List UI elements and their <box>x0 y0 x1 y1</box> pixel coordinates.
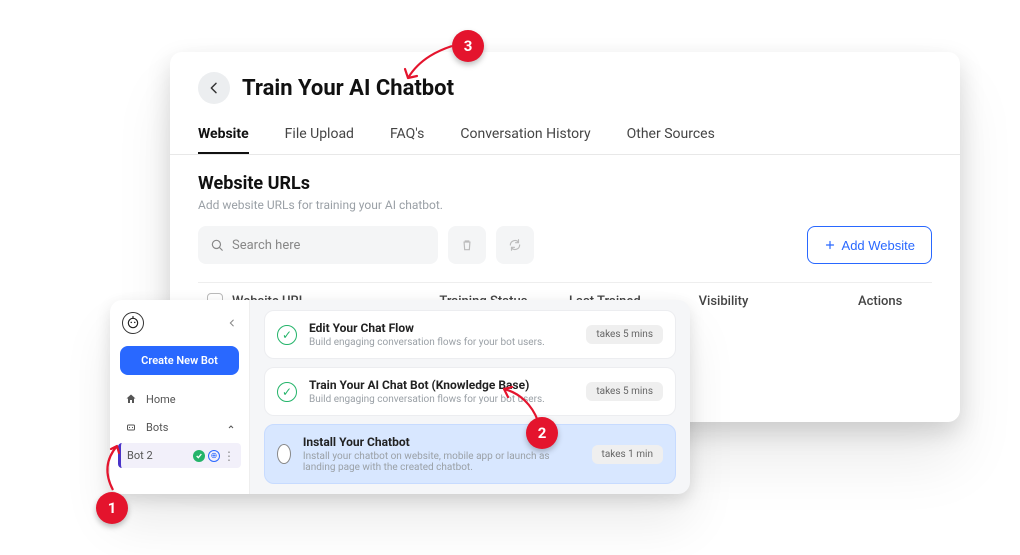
step-tag: takes 5 mins <box>586 325 663 344</box>
check-icon <box>277 444 291 464</box>
step-title: Train Your AI Chat Bot (Knowledge Base) <box>309 378 545 392</box>
col-actions: Actions <box>828 294 932 309</box>
steps-list: ✓ Edit Your Chat Flow Build engaging con… <box>250 300 690 494</box>
trash-icon <box>460 238 474 252</box>
dashboard-panel: Create New Bot Home Bots Bot 2 ⊕ ⋮ ✓ Edi… <box>110 300 690 494</box>
back-button[interactable] <box>198 72 230 104</box>
create-new-bot-button[interactable]: Create New Bot <box>120 346 239 375</box>
step-title: Edit Your Chat Flow <box>309 321 545 335</box>
tab-website[interactable]: Website <box>198 126 249 154</box>
check-icon: ✓ <box>277 325 297 345</box>
bots-icon <box>124 420 138 434</box>
home-icon <box>124 392 138 406</box>
tabs: Website File Upload FAQ's Conversation H… <box>198 126 932 154</box>
add-website-label: Add Website <box>842 238 915 253</box>
col-visibility: Visibility <box>699 294 829 309</box>
nav-bots[interactable]: Bots <box>118 413 241 441</box>
step-desc: Install your chatbot on website, mobile … <box>303 451 580 473</box>
search-placeholder: Search here <box>232 238 300 253</box>
nav-home[interactable]: Home <box>118 385 241 413</box>
step-install-chatbot[interactable]: Install Your Chatbot Install your chatbo… <box>264 424 676 484</box>
add-website-button[interactable]: Add Website <box>807 226 932 264</box>
collapse-icon[interactable] <box>227 318 237 328</box>
annotation-badge-3: 3 <box>452 30 484 62</box>
search-input[interactable]: Search here <box>198 226 438 264</box>
delete-button[interactable] <box>448 226 486 264</box>
section-subtitle: Add website URLs for training your AI ch… <box>198 198 932 212</box>
step-edit-chat-flow[interactable]: ✓ Edit Your Chat Flow Build engaging con… <box>264 310 676 359</box>
globe-icon: ⊕ <box>208 450 220 462</box>
step-tag: takes 5 mins <box>586 382 663 401</box>
step-desc: Build engaging conversation flows for yo… <box>309 337 545 348</box>
logo-icon <box>122 312 144 334</box>
status-active-icon <box>193 450 205 462</box>
kebab-icon[interactable]: ⋮ <box>223 450 235 462</box>
tab-file-upload[interactable]: File Upload <box>285 126 354 154</box>
arrow-left-icon <box>206 80 222 96</box>
nav-home-label: Home <box>146 393 176 406</box>
step-train-ai-chatbot[interactable]: ✓ Train Your AI Chat Bot (Knowledge Base… <box>264 367 676 416</box>
check-icon: ✓ <box>277 382 297 402</box>
bot-name: Bot 2 <box>127 449 153 462</box>
nav-bots-label: Bots <box>146 421 168 434</box>
plus-icon <box>824 239 836 251</box>
step-tag: takes 1 min <box>592 445 663 464</box>
refresh-icon <box>508 238 522 252</box>
page-title: Train Your AI Chatbot <box>242 76 454 101</box>
tab-conversation-history[interactable]: Conversation History <box>460 126 590 154</box>
annotation-badge-2: 2 <box>526 417 558 449</box>
section-title: Website URLs <box>198 173 932 194</box>
sidebar: Create New Bot Home Bots Bot 2 ⊕ ⋮ <box>110 300 250 494</box>
annotation-badge-1: 1 <box>96 492 128 524</box>
refresh-button[interactable] <box>496 226 534 264</box>
chevron-up-icon <box>227 423 235 431</box>
tab-other-sources[interactable]: Other Sources <box>627 126 715 154</box>
search-icon <box>210 238 224 252</box>
tab-faqs[interactable]: FAQ's <box>390 126 424 154</box>
sidebar-bot-item[interactable]: Bot 2 ⊕ ⋮ <box>118 443 241 468</box>
step-desc: Build engaging conversation flows for yo… <box>309 394 545 405</box>
